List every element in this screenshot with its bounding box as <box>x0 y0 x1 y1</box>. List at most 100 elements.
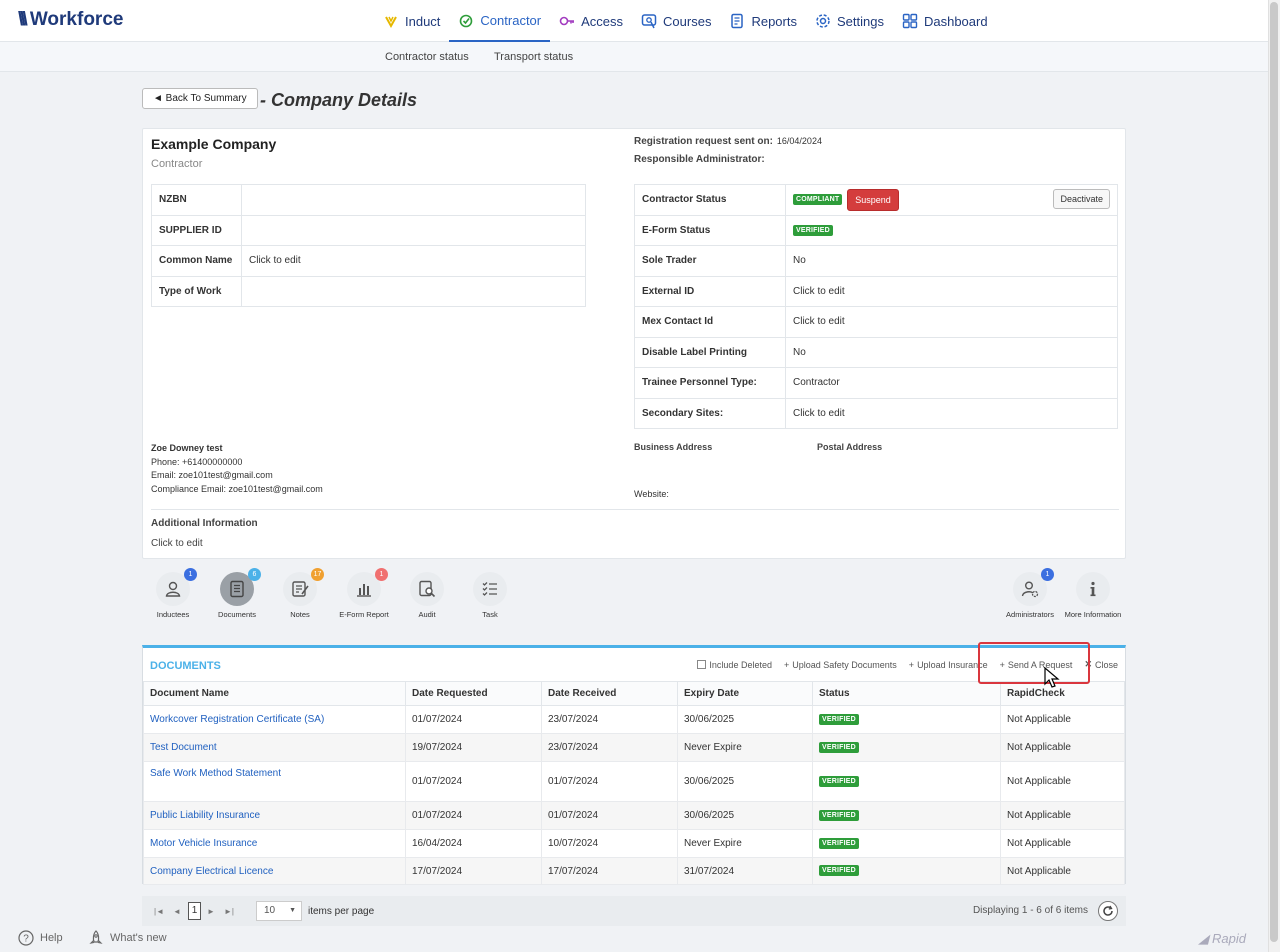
field-value[interactable] <box>241 184 586 216</box>
upload-safety-documents-button[interactable]: + Upload Safety Documents <box>784 660 897 670</box>
field-value[interactable]: Contractor <box>785 367 1118 399</box>
date-received-cell: 23/07/2024 <box>541 733 678 762</box>
additional-info-label: Additional Information <box>151 518 258 529</box>
nav-induct[interactable]: Induct <box>374 0 449 42</box>
nav-contractor[interactable]: Contractor <box>449 0 551 42</box>
subnav-transport-status[interactable]: Transport status <box>494 51 573 63</box>
nav-dashboard[interactable]: Dashboard <box>893 0 997 42</box>
administrators-button[interactable]: 1 Administrators <box>1000 568 1060 619</box>
eform-report-circle: 1 <box>347 568 388 606</box>
prev-page-icon[interactable]: ◄ <box>170 907 184 916</box>
documents-title: DOCUMENTS <box>150 660 221 672</box>
field-value[interactable]: Click to edit <box>241 245 586 277</box>
next-page-icon[interactable]: ► <box>204 907 218 916</box>
field-label: Secondary Sites: <box>634 397 786 429</box>
eform-report-button[interactable]: 1 E-Form Report <box>334 568 394 619</box>
status-badge: VERIFIED <box>819 837 859 849</box>
doc-link[interactable]: Company Electrical Licence <box>150 866 273 877</box>
doc-link[interactable]: Public Liability Insurance <box>150 810 260 821</box>
doc-link[interactable]: Workcover Registration Certificate (SA) <box>150 714 324 725</box>
notes-button[interactable]: 17 Notes <box>270 568 330 619</box>
eform-status-row: E-Form Status VERIFIED <box>634 214 1118 246</box>
app-logo[interactable]: \\\ Workforce <box>18 9 123 31</box>
registration-line: Registration request sent on: 16/04/2024 <box>634 136 822 147</box>
eform-status-value: VERIFIED <box>785 214 1118 246</box>
website-label: Website: <box>634 489 669 499</box>
field-value[interactable] <box>241 214 586 246</box>
whats-new-link[interactable]: What's new <box>88 930 167 946</box>
audit-label: Audit <box>418 610 436 619</box>
additional-info-value[interactable]: Click to edit <box>151 538 203 549</box>
include-deleted-checkbox[interactable]: Include Deleted <box>697 660 772 670</box>
field-label: SUPPLIER ID <box>151 214 242 246</box>
doc-link[interactable]: Motor Vehicle Insurance <box>150 838 257 849</box>
date-requested-cell: 19/07/2024 <box>405 733 542 762</box>
table-row: Company Electrical Licence 17/07/2024 17… <box>143 857 1125 885</box>
administrators-label: Administrators <box>1006 610 1054 619</box>
field-value[interactable]: No <box>785 245 1118 277</box>
postal-address-label: Postal Address <box>817 442 883 452</box>
back-to-summary-button[interactable]: ◄ Back To Summary <box>142 88 258 109</box>
field-row: External ID Click to edit <box>634 275 1118 307</box>
suspend-button[interactable]: Suspend <box>847 188 899 211</box>
status-cell: VERIFIED <box>812 857 1001 885</box>
checkbox-box[interactable] <box>697 660 707 669</box>
contact-email: Email: zoe101test@gmail.com <box>151 470 273 480</box>
send-request-highlight <box>978 642 1090 684</box>
field-row: Mex Contact Id Click to edit <box>634 306 1118 338</box>
field-value[interactable] <box>241 275 586 307</box>
scrollbar-thumb[interactable] <box>1270 2 1278 942</box>
task-button[interactable]: Administrators Task <box>460 572 520 619</box>
doc-link[interactable]: Safe Work Method Statement <box>150 768 281 779</box>
col-rapidcheck[interactable]: RapidCheck <box>1000 681 1125 706</box>
documents-button[interactable]: 6 Documents <box>207 568 267 619</box>
doc-name-cell: Company Electrical Licence <box>143 857 406 885</box>
nav-reports-label: Reports <box>751 13 797 29</box>
field-row: Trainee Personnel Type: Contractor <box>634 367 1118 399</box>
col-expiry-date[interactable]: Expiry Date <box>677 681 813 706</box>
col-date-received[interactable]: Date Received <box>541 681 678 706</box>
table-row: Public Liability Insurance 01/07/2024 01… <box>143 801 1125 830</box>
refresh-button[interactable] <box>1098 901 1118 921</box>
col-date-requested[interactable]: Date Requested <box>405 681 542 706</box>
more-information-button[interactable]: More Information <box>1063 572 1123 619</box>
page-scrollbar[interactable] <box>1268 0 1280 952</box>
deactivate-button[interactable]: Deactivate <box>1053 188 1110 209</box>
col-status[interactable]: Status <box>812 681 1001 706</box>
field-value[interactable]: Click to edit <box>785 397 1118 429</box>
last-page-icon[interactable]: ►| <box>222 907 236 916</box>
field-value[interactable]: No <box>785 336 1118 368</box>
task-circle <box>473 572 507 606</box>
page-size-select[interactable]: 10 ▼ <box>256 901 302 921</box>
subnav-contractor-status[interactable]: Contractor status <box>385 51 469 63</box>
field-label: Sole Trader <box>634 245 786 277</box>
help-link[interactable]: ? Help <box>18 930 63 946</box>
nav-settings[interactable]: Settings <box>806 0 893 42</box>
field-value[interactable]: Click to edit <box>785 306 1118 338</box>
expiry-cell: Never Expire <box>677 829 813 858</box>
inductees-icon <box>165 581 181 597</box>
inductees-button[interactable]: 1 Inductees <box>143 568 203 619</box>
upload-safety-label: Upload Safety Documents <box>792 659 897 670</box>
doc-link[interactable]: Test Document <box>150 742 217 753</box>
pager: |◄ ◄ 1 ► ►| 10 ▼ items per page Displayin… <box>142 896 1126 926</box>
nav-access-label: Access <box>581 13 624 29</box>
dashboard-icon <box>902 13 918 29</box>
status-badge: VERIFIED <box>819 809 859 821</box>
audit-button[interactable]: Audit <box>397 572 457 619</box>
nav-courses[interactable]: Courses <box>632 0 720 42</box>
current-page[interactable]: 1 <box>188 902 201 920</box>
nav-reports[interactable]: Reports <box>720 0 806 42</box>
first-page-icon[interactable]: |◄ <box>152 907 166 916</box>
upload-insurance-button[interactable]: + Upload Insurance <box>909 660 988 670</box>
courses-icon <box>641 14 657 29</box>
field-label: Mex Contact Id <box>634 306 786 338</box>
close-label: Close <box>1094 659 1118 670</box>
field-value[interactable]: Click to edit <box>785 275 1118 307</box>
nav-access[interactable]: Access <box>550 0 632 42</box>
doc-name-cell: Test Document <box>143 733 406 762</box>
page-title: - Company Details <box>260 90 418 110</box>
compliant-badge: COMPLIANT <box>793 194 843 206</box>
col-document-name[interactable]: Document Name <box>143 681 406 706</box>
field-row-nzbn: NZBN <box>151 184 586 216</box>
